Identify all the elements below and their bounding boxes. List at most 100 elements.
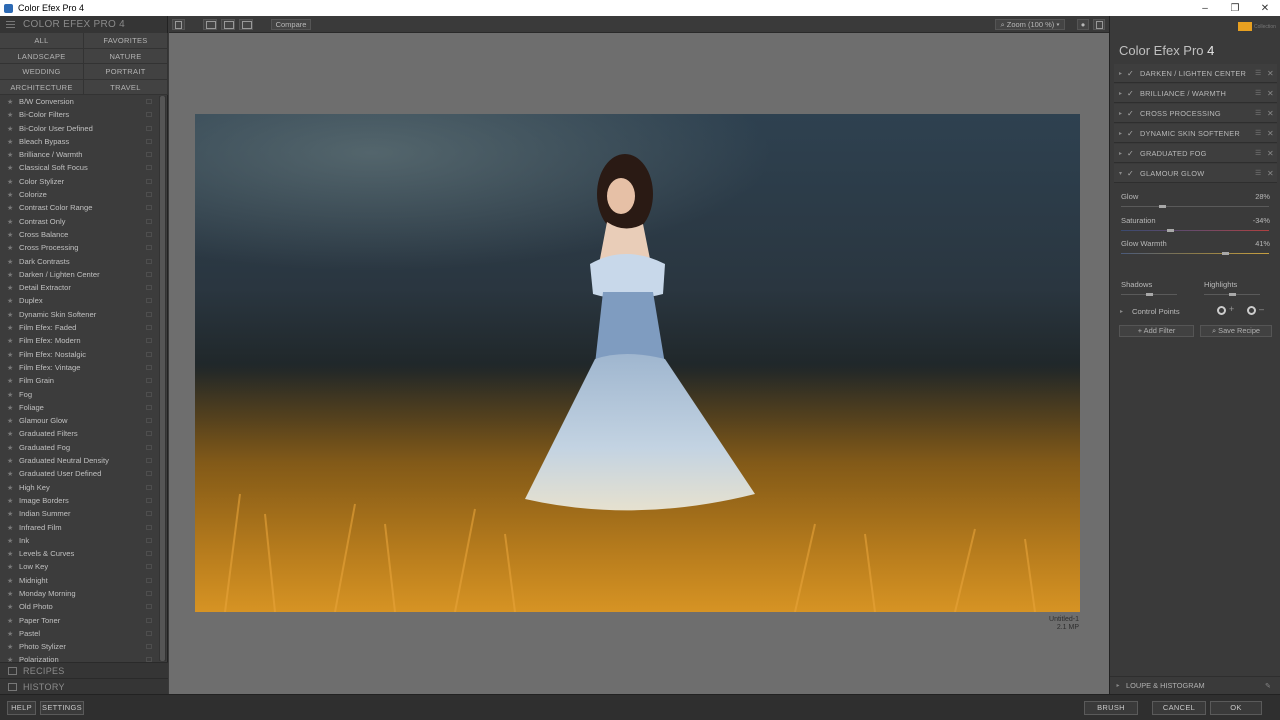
chevron-right-icon[interactable]: ▸ [1119, 130, 1127, 137]
loupe-histogram-section[interactable]: ▸ LOUPE & HISTOGRAM ✎ [1110, 676, 1280, 694]
close-icon[interactable]: ✕ [1267, 109, 1277, 118]
star-icon[interactable]: ★ [7, 402, 15, 415]
filter-list-item[interactable]: ★ Old Photo [0, 600, 158, 613]
category-architecture[interactable]: ARCHITECTURE [0, 79, 84, 95]
toggle-browser-button[interactable] [172, 19, 185, 30]
compare-button[interactable]: Compare [271, 19, 311, 30]
minimize-button[interactable]: – [1190, 3, 1220, 14]
check-icon[interactable]: ✓ [1127, 89, 1136, 98]
category-wedding[interactable]: WEDDING [0, 64, 84, 80]
filter-list-item[interactable]: ★ Pastel [0, 627, 158, 640]
preview-image[interactable] [195, 114, 1080, 612]
star-icon[interactable]: ★ [7, 189, 15, 202]
filter-list-item[interactable]: ★ Glamour Glow [0, 414, 158, 427]
check-icon[interactable]: ✓ [1127, 109, 1136, 118]
filter-list-item[interactable]: ★ Paper Toner [0, 614, 158, 627]
filter-list-item[interactable]: ★ Classical Soft Focus [0, 161, 158, 174]
history-section[interactable]: HISTORY [0, 678, 168, 694]
filter-list-item[interactable]: ★ Cross Balance [0, 228, 158, 241]
side-by-side-button[interactable] [239, 19, 253, 30]
star-icon[interactable]: ★ [7, 375, 15, 388]
zoom-dropdown[interactable]: ⌕ Zoom (100 %) ▾ [995, 19, 1065, 30]
category-portrait[interactable]: PORTRAIT [84, 64, 168, 80]
slider-track[interactable] [1121, 205, 1269, 208]
star-icon[interactable]: ★ [7, 389, 15, 402]
toggle-controls-button[interactable] [1093, 19, 1105, 30]
pin-icon[interactable]: ✎ [1265, 682, 1280, 690]
star-icon[interactable]: ★ [7, 242, 15, 255]
stack-filter-row[interactable]: ▸ ✓ DYNAMIC SKIN SOFTENER ☰ ✕ [1114, 124, 1277, 143]
category-landscape[interactable]: LANDSCAPE [0, 48, 84, 64]
add-filter-button[interactable]: + Add Filter [1119, 325, 1194, 337]
filter-list-item[interactable]: ★ Dark Contrasts [0, 255, 158, 268]
background-color-button[interactable]: ● [1077, 19, 1089, 30]
star-icon[interactable]: ★ [7, 309, 15, 322]
filter-list-item[interactable]: ★ Low Key [0, 560, 158, 573]
filter-list-item[interactable]: ★ Image Borders [0, 494, 158, 507]
filter-list-item[interactable]: ★ Film Efex: Faded [0, 321, 158, 334]
slider-knob[interactable] [1221, 252, 1229, 255]
filter-list-item[interactable]: ★ Foliage [0, 401, 158, 414]
star-icon[interactable]: ★ [7, 428, 15, 441]
star-icon[interactable]: ★ [7, 96, 15, 109]
star-icon[interactable]: ★ [7, 216, 15, 229]
star-icon[interactable]: ★ [7, 628, 15, 641]
restore-button[interactable]: ❐ [1220, 3, 1250, 14]
star-icon[interactable]: ★ [7, 109, 15, 122]
star-icon[interactable]: ★ [7, 575, 15, 588]
star-icon[interactable]: ★ [7, 149, 15, 162]
star-icon[interactable]: ★ [7, 322, 15, 335]
star-icon[interactable]: ★ [7, 535, 15, 548]
filter-list-item[interactable]: ★ Film Grain [0, 374, 158, 387]
filter-list-item[interactable]: ★ Infrared Film [0, 521, 158, 534]
ok-button[interactable]: OK [1210, 701, 1262, 715]
close-icon[interactable]: ✕ [1267, 69, 1277, 78]
settings-button[interactable]: SETTINGS [40, 701, 84, 715]
category-nature[interactable]: NATURE [84, 48, 168, 64]
star-icon[interactable]: ★ [7, 176, 15, 189]
stack-filter-row[interactable]: ▸ ✓ CROSS PROCESSING ☰ ✕ [1114, 104, 1277, 123]
star-icon[interactable]: ★ [7, 588, 15, 601]
brush-button[interactable]: BRUSH [1084, 701, 1138, 715]
category-favorites[interactable]: FAVORITES [84, 33, 168, 49]
filter-list-item[interactable]: ★ Graduated Fog [0, 441, 158, 454]
options-icon[interactable]: ☰ [1255, 69, 1267, 77]
star-icon[interactable]: ★ [7, 455, 15, 468]
star-icon[interactable]: ★ [7, 202, 15, 215]
star-icon[interactable]: ★ [7, 362, 15, 375]
single-view-button[interactable] [203, 19, 217, 30]
add-control-point-icon[interactable] [1217, 306, 1226, 315]
split-view-button[interactable] [221, 19, 235, 30]
filter-list-item[interactable]: ★ Monday Morning [0, 587, 158, 600]
star-icon[interactable]: ★ [7, 508, 15, 521]
star-icon[interactable]: ★ [7, 522, 15, 535]
filter-list-item[interactable]: ★ Color Stylizer [0, 175, 158, 188]
star-icon[interactable]: ★ [7, 615, 15, 628]
chevron-right-icon[interactable]: ▸ [1119, 110, 1127, 117]
chevron-right-icon[interactable]: ▸ [1119, 70, 1127, 77]
filter-list-scrollbar[interactable] [159, 96, 166, 661]
options-icon[interactable]: ☰ [1255, 169, 1267, 177]
save-recipe-button[interactable]: ⌕ Save Recipe [1200, 325, 1272, 337]
remove-control-point-icon[interactable] [1247, 306, 1256, 315]
close-icon[interactable]: ✕ [1267, 129, 1277, 138]
options-icon[interactable]: ☰ [1255, 129, 1267, 137]
star-icon[interactable]: ★ [7, 136, 15, 149]
recipes-section[interactable]: RECIPES [0, 662, 168, 678]
filter-list-item[interactable]: ★ Levels & Curves [0, 547, 158, 560]
slider-knob[interactable] [1159, 205, 1167, 208]
menu-icon[interactable] [6, 21, 15, 28]
star-icon[interactable]: ★ [7, 269, 15, 282]
star-icon[interactable]: ★ [7, 641, 15, 654]
filter-list-item[interactable]: ★ Graduated Neutral Density [0, 454, 158, 467]
chevron-right-icon[interactable]: ▸ [1119, 150, 1127, 157]
filter-list-item[interactable]: ★ Graduated Filters [0, 427, 158, 440]
filter-list-item[interactable]: ★ Bi-Color Filters [0, 108, 158, 121]
star-icon[interactable]: ★ [7, 601, 15, 614]
help-button[interactable]: HELP [7, 701, 36, 715]
star-icon[interactable]: ★ [7, 442, 15, 455]
options-icon[interactable]: ☰ [1255, 149, 1267, 157]
scrollbar-thumb[interactable] [160, 96, 165, 661]
star-icon[interactable]: ★ [7, 282, 15, 295]
filter-list-item[interactable]: ★ Film Efex: Nostalgic [0, 348, 158, 361]
